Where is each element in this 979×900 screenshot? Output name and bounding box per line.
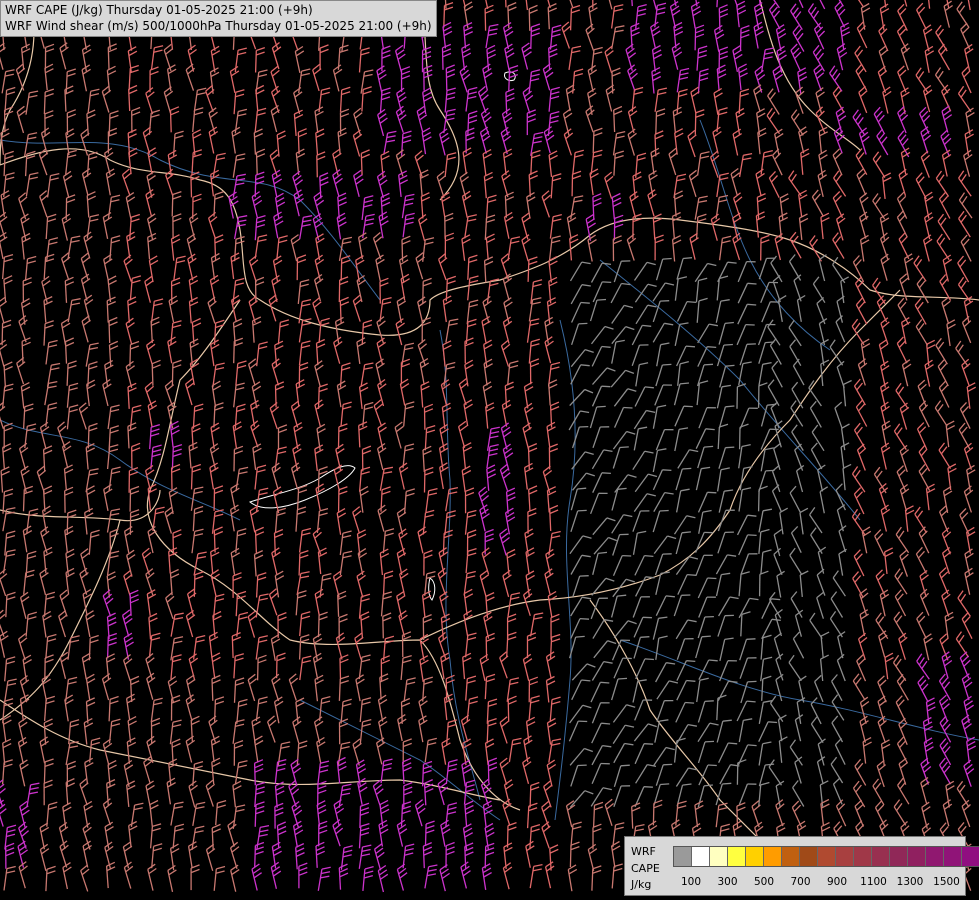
legend-tick-label: 100 [680, 876, 702, 888]
legend-swatch [944, 847, 962, 866]
legend-tick-label: 1500 [933, 876, 960, 888]
legend-swatch [710, 847, 728, 866]
legend-swatch [674, 847, 692, 866]
legend-tick-label: 1100 [860, 876, 887, 888]
legend-label-unit: J/kg [631, 878, 652, 891]
map-title-box: WRF CAPE (J/kg) Thursday 01-05-2025 21:0… [0, 0, 437, 37]
legend-swatch [782, 847, 800, 866]
legend-swatch [836, 847, 854, 866]
title-line-cape: WRF CAPE (J/kg) Thursday 01-05-2025 21:0… [5, 3, 313, 17]
legend-label-field: CAPE [631, 862, 660, 875]
legend-swatch [962, 847, 979, 866]
legend-swatch [890, 847, 908, 866]
title-line-wind-shear: WRF Wind shear (m/s) 500/1000hPa Thursda… [5, 19, 432, 33]
legend-swatch [908, 847, 926, 866]
legend-tick-label: 500 [753, 876, 775, 888]
legend-color-scale [673, 846, 979, 867]
map-canvas [0, 0, 979, 900]
legend-swatch [926, 847, 944, 866]
legend-tick-label: 1300 [896, 876, 924, 888]
legend-swatch [872, 847, 890, 866]
legend-swatch [728, 847, 746, 866]
cape-legend: WRF CAPE J/kg 100 300 500 700 900 1100 1300 150… [624, 836, 979, 896]
legend-swatch [764, 847, 782, 866]
legend-tick-label: 700 [790, 876, 811, 888]
legend-swatch [818, 847, 836, 866]
legend-swatch [692, 847, 710, 866]
legend-tick-label: 900 [826, 876, 848, 888]
legend-label-model: WRF [631, 845, 656, 858]
legend-tick-label: 300 [717, 876, 738, 888]
legend-swatch [854, 847, 872, 866]
legend-swatch [746, 847, 764, 866]
legend-swatch [800, 847, 818, 866]
